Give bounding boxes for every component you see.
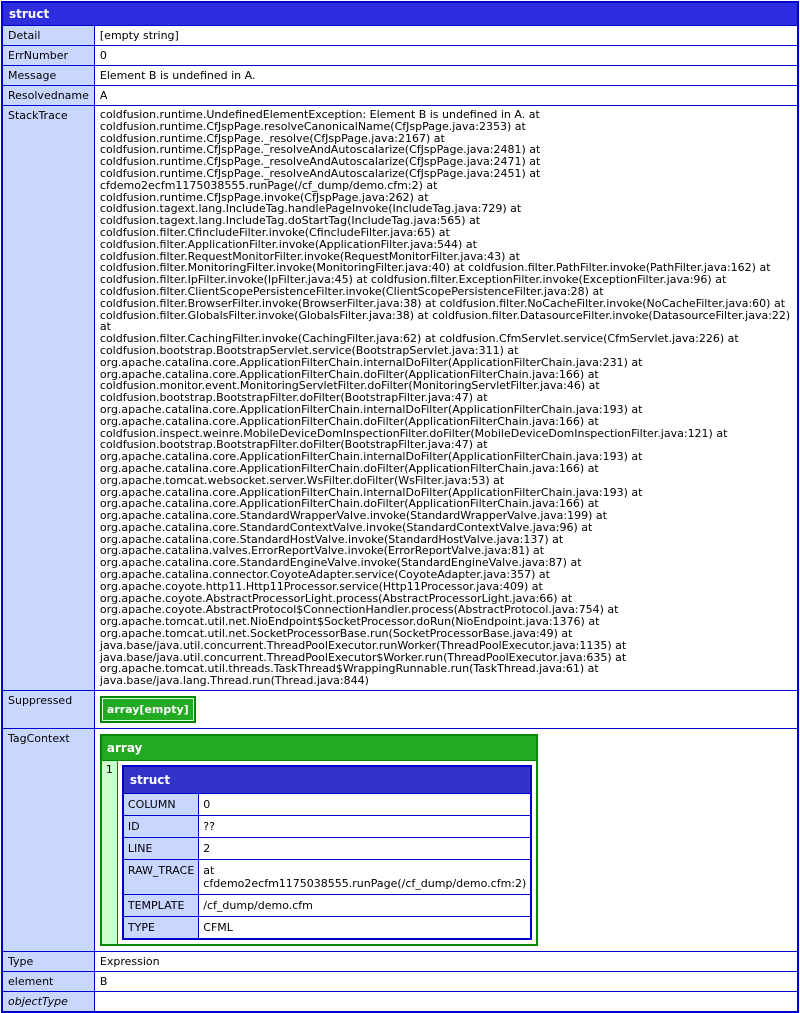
inner-struct-row: ID?? [122, 815, 532, 839]
row-element: element B [1, 971, 799, 993]
value-detail: [empty string] [93, 25, 799, 46]
key-resolvedname[interactable]: Resolvedname [1, 85, 95, 106]
row-objecttype: objectType [1, 991, 799, 1013]
tagcontext-array: array 1 struct COLUMN 0 ID?? LINE 2 RAW_TRACE… [99, 734, 539, 947]
stacktrace-line: coldfusion.runtime.CfJspPage._resolveAnd… [99, 166, 541, 192]
value-stacktrace: coldfusion.runtime.UndefinedElementExcep… [93, 104, 799, 692]
inner-struct-header[interactable]: struct [122, 765, 532, 795]
inner-value: /cf_dump/demo.cfm [198, 894, 532, 918]
stacktrace-line: org.apache.catalina.core.ApplicationFilt… [99, 414, 599, 428]
stacktrace-line: org.apache.coyote.http11.Http11Processor… [99, 579, 543, 593]
inner-key[interactable]: LINE [122, 837, 200, 861]
inner-key[interactable]: ID [122, 815, 200, 839]
value-type: Expression [93, 951, 799, 973]
stacktrace-line: org.apache.tomcat.util.threads.TaskThrea… [99, 662, 599, 688]
value-tagcontext: array 1 struct COLUMN 0 ID?? LINE 2 RAW_TRACE… [93, 728, 799, 953]
inner-value: ?? [198, 815, 532, 839]
key-stacktrace[interactable]: StackTrace [1, 104, 95, 692]
stacktrace-line: coldfusion.filter.ClientScopePersistence… [99, 284, 604, 298]
stacktrace-line: coldfusion.bootstrap.BootstrapServlet.se… [99, 343, 519, 357]
key-detail[interactable]: Detail [1, 25, 95, 46]
key-message[interactable]: Message [1, 65, 95, 86]
empty-array-label: array[empty] [101, 698, 194, 722]
inner-struct-row: COLUMN 0 [122, 793, 532, 817]
empty-array-badge[interactable]: array[empty] [99, 696, 196, 724]
key-suppressed[interactable]: Suppressed [1, 690, 95, 730]
inner-struct-rows: COLUMN 0 ID?? LINE 2 RAW_TRACE at cfdemo2ecfm1… [122, 793, 532, 940]
inner-struct-row: LINE 2 [122, 837, 532, 861]
stacktrace-line: org.apache.tomcat.websocket.server.WsFil… [99, 473, 505, 487]
struct-header[interactable]: struct [1, 1, 799, 26]
key-errnumber[interactable]: ErrNumber [1, 45, 95, 66]
row-stacktrace: StackTrace coldfusion.runtime.UndefinedE… [1, 104, 799, 692]
inner-struct-row: TYPE CFML [122, 916, 532, 940]
stacktrace-line: org.apache.catalina.core.ApplicationFilt… [99, 355, 643, 369]
stacktrace-line: coldfusion.filter.ApplicationFilter.invo… [99, 237, 520, 263]
value-errnumber: 0 [93, 45, 799, 66]
stacktrace-line: org.apache.catalina.core.ApplicationFilt… [99, 461, 599, 475]
inner-key[interactable]: RAW_TRACE [122, 859, 200, 896]
stacktrace-line: coldfusion.filter.BrowserFilter.invoke(B… [99, 296, 786, 310]
stacktrace-line: org.apache.catalina.core.StandardContext… [99, 520, 593, 534]
inner-value: at cfdemo2ecfm1175038555.runPage(/cf_dum… [198, 859, 532, 896]
inner-struct-row: TEMPLATE/cf_dump/demo.cfm [122, 894, 532, 918]
row-type: Type Expression [1, 951, 799, 973]
inner-key[interactable]: TEMPLATE [122, 894, 200, 918]
stacktrace-line: coldfusion.runtime.CfJspPage.resolveCano… [99, 119, 526, 145]
tagcontext-struct: struct COLUMN 0 ID?? LINE 2 RAW_TRACE at cfdem… [121, 765, 533, 941]
value-suppressed: array[empty] [93, 690, 799, 730]
row-resolvedname: Resolvedname A [1, 85, 799, 106]
inner-value: 0 [198, 793, 532, 817]
value-objecttype-collapsed[interactable] [93, 991, 799, 1013]
array-index-1[interactable]: 1 [100, 760, 118, 946]
inner-value: 2 [198, 837, 532, 861]
key-element[interactable]: element [1, 971, 95, 993]
key-objecttype[interactable]: objectType [1, 991, 95, 1013]
struct-dump-table: struct Detail [empty string] ErrNumber 0… [1, 1, 799, 1013]
value-message: Element B is undefined in A. [93, 65, 799, 86]
stacktrace-line: coldfusion.filter.GlobalsFilter.invoke(G… [99, 308, 791, 334]
inner-key[interactable]: TYPE [122, 916, 200, 940]
stacktrace-text: coldfusion.runtime.UndefinedElementExcep… [100, 109, 792, 687]
stacktrace-line: coldfusion.runtime.CfJspPage.invoke(CfJs… [99, 190, 522, 216]
array-header[interactable]: array [100, 734, 538, 762]
value-resolvedname: A [93, 85, 799, 106]
key-tagcontext[interactable]: TagContext [1, 728, 95, 953]
row-tagcontext: TagContext array 1 struct COLUMN 0 ID?? LIN… [1, 728, 799, 953]
inner-struct-row: RAW_TRACE at cfdemo2ecfm1175038555.runPag… [122, 859, 532, 896]
row-errnumber: ErrNumber 0 [1, 45, 799, 66]
row-suppressed: Suppressed array[empty] [1, 690, 799, 730]
inner-key[interactable]: COLUMN [122, 793, 200, 817]
stacktrace-line: coldfusion.tagext.lang.IncludeTag.doStar… [99, 214, 481, 239]
stacktrace-line: java.base/java.util.concurrent.ThreadPoo… [99, 638, 627, 652]
value-element: B [93, 971, 799, 993]
row-message: Message Element B is undefined in A. [1, 65, 799, 86]
key-type[interactable]: Type [1, 951, 95, 973]
inner-value: CFML [198, 916, 532, 940]
array-item-1: struct COLUMN 0 ID?? LINE 2 RAW_TRACE at cfdem… [116, 760, 538, 946]
row-detail: Detail [empty string] [1, 25, 799, 46]
stacktrace-line: org.apache.catalina.core.ApplicationFilt… [99, 402, 643, 416]
